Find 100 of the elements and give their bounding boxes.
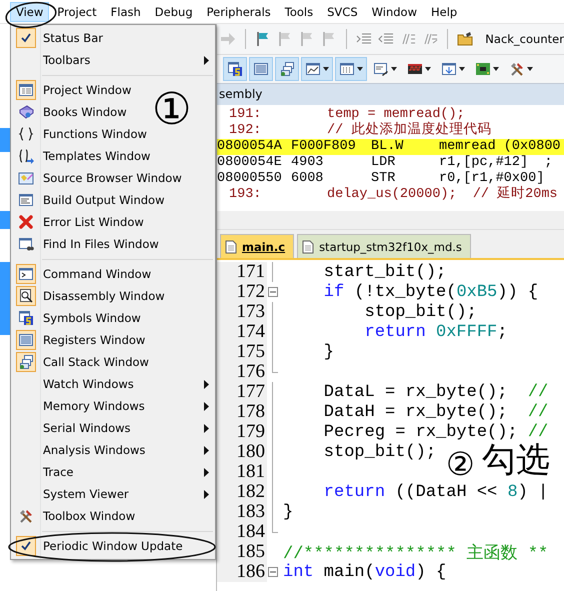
- toolbar-button[interactable]: [335, 57, 367, 81]
- step-number: ①: [152, 84, 192, 135]
- watch-window-icon: [305, 61, 321, 77]
- menu-item[interactable]: Trace: [11, 461, 215, 483]
- toolbar-button[interactable]: [301, 57, 333, 81]
- line-number: 180: [217, 442, 267, 462]
- line-number: 182: [217, 482, 267, 502]
- line-number: 171: [217, 262, 267, 282]
- file-icon: [302, 240, 314, 254]
- menu-item[interactable]: Symbols Window: [11, 307, 145, 329]
- disassembly-line: 193: delay_us(20000); // 延时20ms: [228, 187, 559, 203]
- folder-icon[interactable]: [457, 30, 474, 48]
- code-line: }: [322, 342, 334, 362]
- menu-item[interactable]: Toolbox Window: [11, 505, 140, 527]
- file-icon: [225, 240, 237, 254]
- menu-item[interactable]: Books Window: [11, 101, 131, 123]
- menu-item[interactable]: Registers Window: [11, 329, 150, 351]
- menu-bar-item[interactable]: Peripherals: [200, 2, 277, 22]
- line-number: 176: [217, 362, 267, 382]
- menu-item[interactable]: Project Window: [11, 79, 136, 101]
- code-line: start_bit();: [322, 262, 446, 282]
- code-line: if (!tx_byte(0xB5)) {: [322, 282, 538, 302]
- browser-icon: [18, 170, 34, 186]
- menu-bar-item[interactable]: Project: [51, 2, 103, 22]
- menu-item[interactable]: Call Stack Window: [11, 351, 153, 373]
- checkmark-icon: [20, 540, 32, 552]
- line-number: 184: [217, 522, 267, 542]
- tools-icon: [509, 61, 525, 77]
- menu-bar-item[interactable]: Help: [424, 2, 464, 22]
- disassembly-line: 08000550 6008 STR r0,[r1,#0x00]: [217, 171, 546, 186]
- registers-icon: [253, 61, 269, 77]
- code-line: int main(void) {: [282, 562, 446, 582]
- serial-window-icon: [373, 61, 389, 77]
- menu-item[interactable]: Watch Windows: [11, 373, 215, 395]
- disassembly-line: 192: // 此处添加温度处理代码: [228, 123, 492, 139]
- circuit-board-icon: [475, 61, 491, 77]
- code-line: return ((DataH << 8) |: [322, 482, 548, 502]
- code-line: return 0xFFFF;: [364, 322, 508, 342]
- fold-toggle-icon[interactable]: [268, 287, 278, 297]
- line-number: 179: [217, 422, 267, 442]
- menu-item[interactable]: Error List Window: [11, 211, 148, 233]
- menu-item[interactable]: Command Window: [11, 263, 156, 285]
- code-line: stop_bit();: [322, 442, 436, 462]
- code-line: //*************** 主函数 **: [282, 542, 548, 564]
- code-line: DataL = rx_byte(); //: [322, 382, 548, 402]
- braces-icon: [18, 126, 34, 142]
- symbols-icon: [18, 310, 34, 326]
- step-number: ②: [446, 445, 475, 483]
- line-number: 172: [217, 282, 267, 302]
- window-search-icon: [18, 236, 34, 252]
- book-icon: [18, 104, 34, 120]
- logic-analyzer-icon: [407, 61, 423, 77]
- menu-item[interactable]: Find In Files Window: [11, 233, 163, 255]
- line-number: 185: [217, 542, 267, 562]
- menu-bar-item[interactable]: SVCS: [321, 2, 364, 22]
- menu-item[interactable]: Periodic Window Update: [11, 535, 187, 557]
- target-name: Nack_counter: [485, 32, 564, 46]
- line-number: 181: [217, 462, 267, 482]
- fold-toggle-icon[interactable]: [268, 567, 278, 577]
- trace-window-icon: [441, 61, 457, 77]
- brackets-arrow-icon: [18, 148, 34, 164]
- symbols-icon: [227, 61, 243, 77]
- menu-bar-item[interactable]: Flash: [104, 2, 147, 22]
- menu-item[interactable]: Toolbars: [11, 49, 215, 71]
- menu-bar-item[interactable]: Window: [366, 2, 423, 22]
- highlight-ellipse: [5, 2, 57, 28]
- disassembly-line: 0800054E 4903 LDR r1,[pc,#12] ;: [217, 155, 554, 171]
- menu-bar-item[interactable]: View: [10, 2, 50, 22]
- menu-item[interactable]: Templates Window: [11, 145, 154, 167]
- code-line: }: [282, 502, 294, 522]
- output-window-icon: [18, 192, 34, 208]
- line-number: 177: [217, 382, 267, 402]
- line-number: 183: [217, 502, 267, 522]
- file-tab[interactable]: startup_stm32f10x_md.s: [297, 234, 471, 258]
- checkmark-icon: [20, 32, 32, 44]
- line-number: 175: [217, 342, 267, 362]
- menu-bar-item[interactable]: Tools: [278, 2, 320, 22]
- menu-item[interactable]: Build Output Window: [11, 189, 168, 211]
- menu-item[interactable]: Disassembly Window: [11, 285, 169, 307]
- menu-bar-item[interactable]: Debug: [148, 2, 199, 22]
- menu-item[interactable]: Source Browser Window: [11, 167, 186, 189]
- tools-icon: [18, 508, 34, 524]
- panel-header: sembly: [217, 83, 564, 105]
- disassembly-line: 191: temp = memread();: [228, 107, 466, 122]
- call-stack-icon: [279, 61, 295, 77]
- code-line: stop_bit();: [364, 302, 477, 322]
- file-tab[interactable]: main.c: [220, 234, 294, 258]
- toolbar-button[interactable]: [223, 57, 247, 81]
- menu-item[interactable]: Memory Windows: [11, 395, 215, 417]
- menu-item[interactable]: Serial Windows: [11, 417, 215, 439]
- cross-icon: [18, 214, 34, 230]
- menu-item[interactable]: Functions Window: [11, 123, 151, 145]
- menu-item[interactable]: Analysis Windows: [11, 439, 215, 461]
- code-line: Pecreg = rx_byte(); //: [322, 422, 548, 442]
- menu-item[interactable]: System Viewer: [11, 483, 215, 505]
- menu-item[interactable]: Status Bar: [11, 27, 107, 49]
- line-number: 178: [217, 402, 267, 422]
- annotation-label: 勾选: [482, 443, 550, 477]
- line-number: 173: [217, 302, 267, 322]
- line-number: 174: [217, 322, 267, 342]
